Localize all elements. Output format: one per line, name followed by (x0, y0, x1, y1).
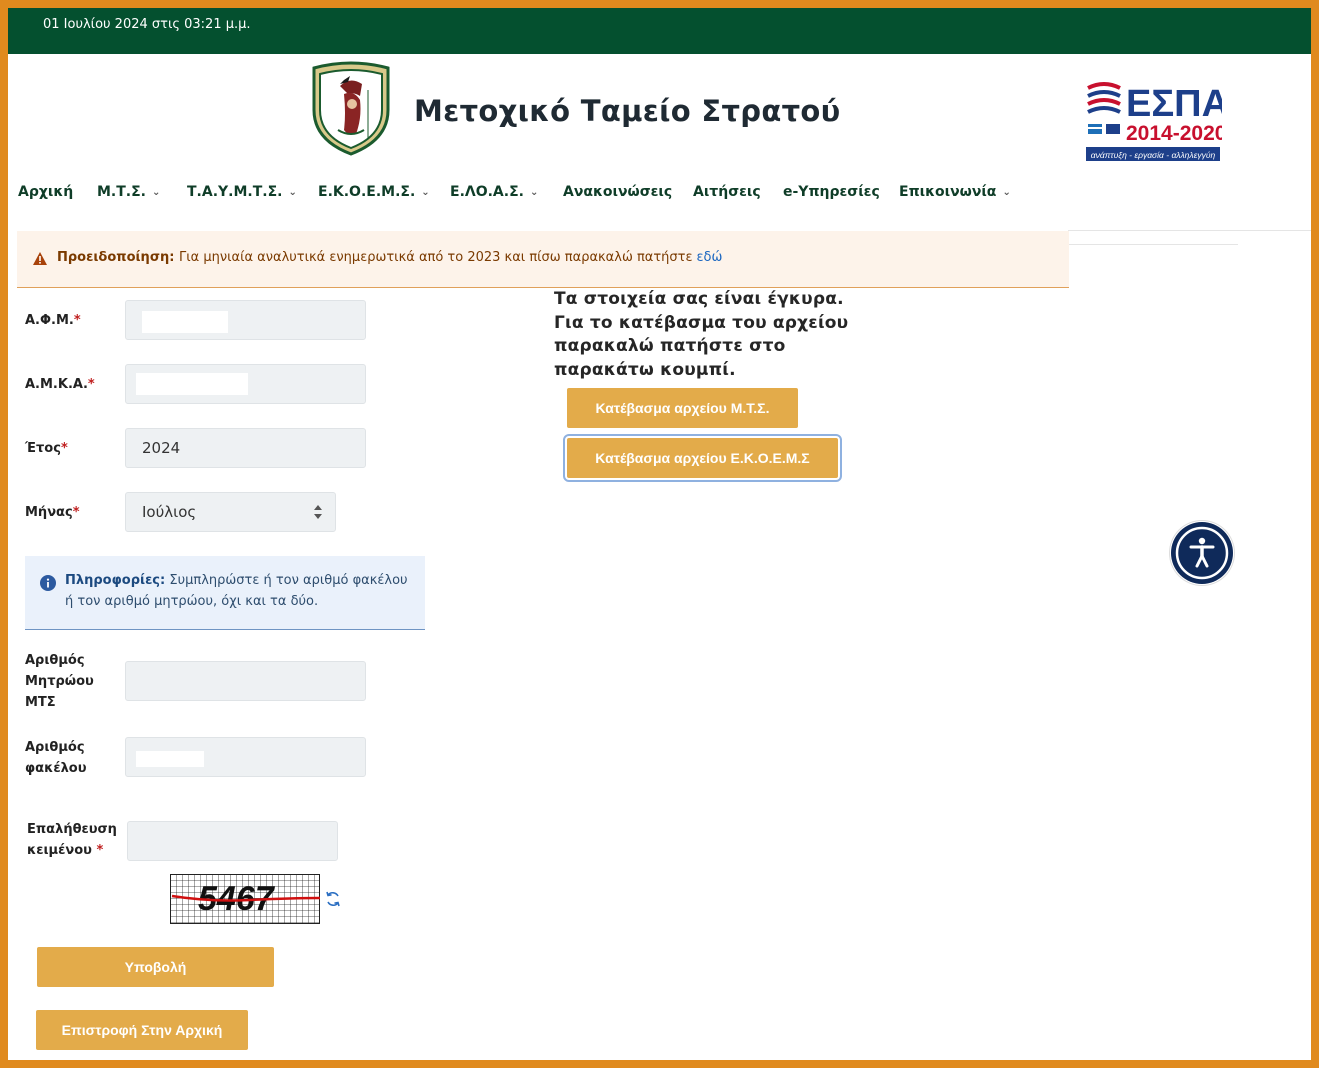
info-icon (40, 575, 56, 591)
registry-number-label: Αριθμός Μητρώου ΜΤΣ (25, 653, 94, 710)
top-bar: 01 Ιουλίου 2024 στις 03:21 μ.μ. (8, 8, 1311, 54)
warning-link[interactable]: εδώ (697, 250, 723, 265)
redacted-value (142, 311, 228, 333)
info-label: Πληροφορίες: (65, 573, 166, 588)
registry-number-input[interactable] (125, 661, 366, 701)
month-label: Μήνας* (25, 505, 80, 520)
nav-item-eservices[interactable]: e-Υπηρεσίες (783, 184, 880, 200)
info-alert: Πληροφορίες: Συμπληρώστε ή τον αριθμό φα… (25, 556, 425, 630)
afm-label: Α.Φ.Μ.* (25, 313, 81, 328)
nav-item-taymts[interactable]: Τ.Α.Υ.Μ.Τ.Σ. ⌄ (187, 184, 297, 200)
month-select[interactable]: Ιούλιος (125, 492, 336, 532)
folder-number-label: Αριθμός φακέλου (25, 740, 87, 776)
afm-input[interactable] (125, 300, 366, 340)
nav-item-contact[interactable]: Επικοινωνία ⌄ (899, 184, 1011, 200)
captcha-input[interactable] (127, 821, 338, 861)
chevron-down-icon: ⌄ (421, 187, 430, 198)
current-datetime: 01 Ιουλίου 2024 στις 03:21 μ.μ. (43, 17, 251, 32)
chevron-down-icon: ⌄ (529, 187, 539, 198)
refresh-captcha-icon[interactable] (324, 890, 342, 908)
select-arrows-icon (314, 505, 322, 519)
success-message: Τα στοιχεία σας είναι έγκυρα. Για το κατ… (554, 289, 849, 380)
espa-banner[interactable]: ΕΣΠΑ 2014-2020 ανάπτυξη - εργασία - αλλη… (1086, 74, 1229, 166)
site-logo[interactable] (310, 60, 392, 156)
warning-text: Για μηνιαία αναλυτικά ενημερωτικά από το… (179, 250, 723, 265)
nav-item-announcements[interactable]: Ανακοινώσεις (563, 184, 672, 200)
amka-input[interactable] (125, 364, 366, 404)
amka-label: Α.Μ.Κ.Α.* (25, 377, 95, 392)
nav-item-ekoems[interactable]: Ε.Κ.Ο.Ε.Μ.Σ. ⌄ (318, 184, 430, 200)
captcha-label: Επαλήθευση κειμένου * (27, 822, 117, 858)
year-label: Έτος* (25, 441, 68, 456)
divider (1068, 230, 1311, 231)
year-input[interactable]: 2024 (125, 428, 366, 468)
captcha-image: 5467 (170, 874, 321, 924)
warning-icon (33, 252, 47, 265)
download-ekoems-button[interactable]: Κατέβασμα αρχείου Ε.Κ.Ο.Ε.Μ.Σ (563, 434, 842, 482)
espa-logo-icon: ΕΣΠΑ 2014-2020 ανάπτυξη - εργασία - αλλη… (1086, 82, 1229, 161)
site-title: Μετοχικό Ταμείο Στρατού (414, 94, 841, 128)
warning-label: Προειδοποίηση: (57, 250, 175, 265)
back-to-home-button[interactable]: Επιστροφή Στην Αρχική (36, 1010, 248, 1050)
nav-item-mts[interactable]: Μ.Τ.Σ. ⌄ (97, 184, 160, 200)
accessibility-icon (1171, 522, 1233, 584)
chevron-down-icon: ⌄ (1002, 187, 1011, 198)
espa-years: 2014-2020 (1126, 122, 1222, 145)
nav-item-applications[interactable]: Αιτήσεις (693, 184, 761, 200)
redacted-value (136, 373, 248, 395)
shield-logo-icon (312, 61, 390, 156)
page-frame: 01 Ιουλίου 2024 στις 03:21 μ.μ. Μετοχικό… (8, 8, 1311, 1060)
espa-wordmark: ΕΣΠΑ (1126, 83, 1222, 125)
accessibility-button[interactable] (1170, 521, 1234, 585)
submit-button[interactable]: Υποβολή (37, 947, 274, 987)
warning-alert: Προειδοποίηση: Για μηνιαία αναλυτικά ενη… (17, 231, 1069, 288)
nav-item-home[interactable]: Αρχική (18, 184, 73, 200)
redacted-value (136, 751, 204, 767)
info-body: Πληροφορίες: Συμπληρώστε ή τον αριθμό φα… (65, 570, 415, 612)
download-mts-button[interactable]: Κατέβασμα αρχείου Μ.Τ.Σ. (567, 388, 798, 428)
chevron-down-icon: ⌄ (152, 187, 161, 198)
month-selected-value: Ιούλιος (142, 503, 197, 521)
divider (1068, 244, 1238, 245)
folder-number-input[interactable] (125, 737, 366, 777)
chevron-down-icon: ⌄ (288, 187, 297, 198)
captcha-image-graphic: 5467 (170, 874, 321, 924)
espa-tagline: ανάπτυξη - εργασία - αλληλεγγύη (1091, 150, 1216, 160)
nav-item-eloas[interactable]: Ε.ΛΟ.Α.Σ. ⌄ (450, 184, 538, 200)
